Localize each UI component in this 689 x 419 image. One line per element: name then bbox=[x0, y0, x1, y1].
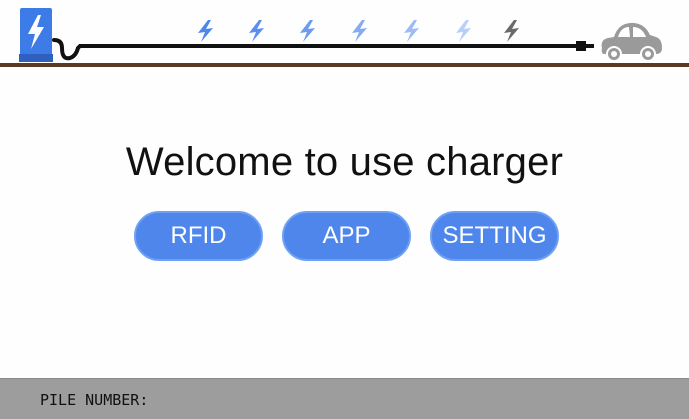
ground-line bbox=[0, 63, 689, 67]
status-footer: PILE NUMBER: bbox=[0, 378, 689, 419]
charging-animation-header bbox=[0, 0, 689, 70]
pile-number-label: PILE NUMBER: bbox=[40, 391, 149, 409]
app-button[interactable]: APP bbox=[282, 211, 411, 261]
lightning-bolt-icon bbox=[300, 20, 315, 42]
charger-welcome-screen: Welcome to use charger RFID APP SETTING … bbox=[0, 0, 689, 419]
rfid-button[interactable]: RFID bbox=[134, 211, 263, 261]
lightning-bolt-icon bbox=[198, 20, 213, 42]
welcome-title: Welcome to use charger bbox=[125, 140, 564, 184]
lightning-bolt-icon bbox=[504, 20, 519, 42]
electric-car-icon bbox=[601, 22, 662, 62]
lightning-bolt-icon bbox=[456, 20, 471, 42]
lightning-bolt-icon bbox=[352, 20, 367, 42]
charging-cable bbox=[52, 38, 594, 61]
lightning-bolt-icon bbox=[404, 20, 419, 42]
lightning-bolt-icon bbox=[249, 20, 264, 42]
setting-button[interactable]: SETTING bbox=[430, 211, 559, 261]
